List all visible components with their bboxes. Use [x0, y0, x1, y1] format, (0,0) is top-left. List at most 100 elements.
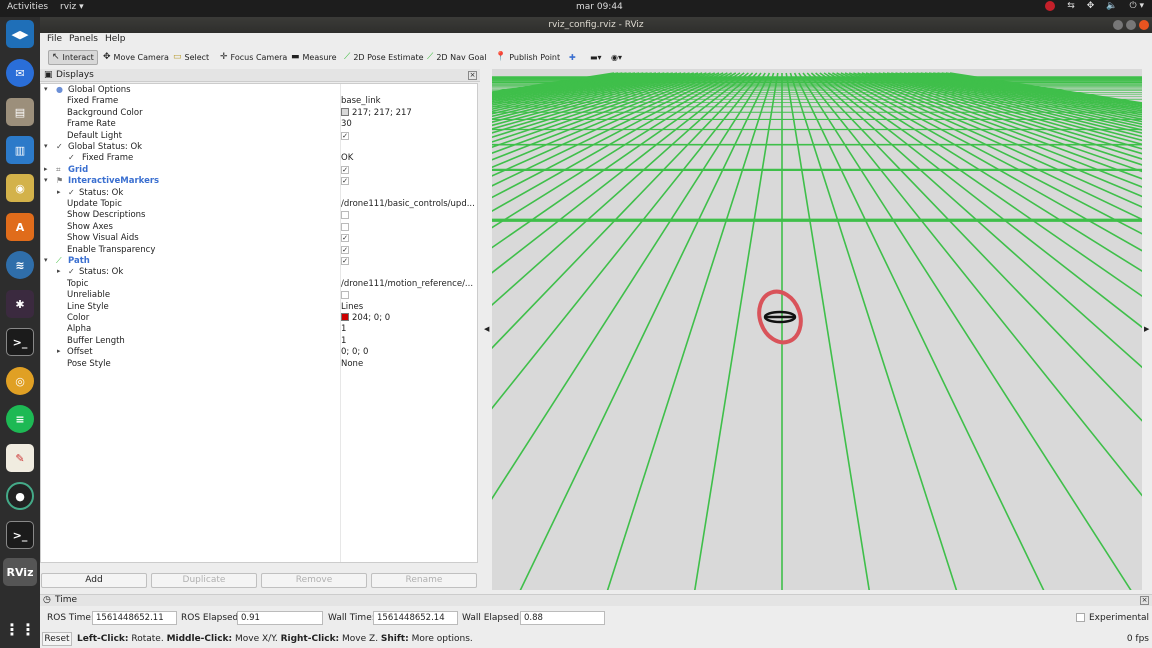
- writer-icon[interactable]: ▥: [6, 136, 34, 164]
- render-view[interactable]: [492, 69, 1142, 590]
- left-dock-collapse[interactable]: ◀: [480, 69, 492, 590]
- display-tree[interactable]: ▾ ● Global Options Fixed Frame base_link Back…: [40, 83, 478, 563]
- software-center-icon[interactable]: A: [6, 213, 34, 241]
- wall-time-field[interactable]: 1561448652.14: [373, 611, 458, 625]
- tree-row[interactable]: Default Light ✓: [41, 131, 477, 142]
- tree-row[interactable]: ▸ ✓ Status: Ok: [41, 188, 477, 199]
- expand-down-icon[interactable]: ▾: [44, 85, 48, 93]
- rviz-icon[interactable]: RViz: [3, 558, 37, 586]
- property-checkbox[interactable]: ✓: [341, 257, 349, 265]
- tree-row[interactable]: Enable Transparency ✓: [41, 245, 477, 256]
- right-dock-collapse[interactable]: ▶: [1142, 69, 1152, 590]
- property-checkbox[interactable]: [341, 222, 349, 231]
- interact-tool[interactable]: ↖ Interact: [48, 50, 98, 65]
- expand-right-icon[interactable]: ▸: [57, 188, 61, 196]
- expand-right-icon[interactable]: ▸: [57, 267, 61, 275]
- tree-row[interactable]: ✓ Fixed Frame OK: [41, 153, 477, 164]
- tree-row[interactable]: Pose Style None: [41, 359, 477, 370]
- property-value[interactable]: Lines: [341, 302, 363, 312]
- minimize-button[interactable]: [1113, 20, 1123, 30]
- menu-panels[interactable]: Panels: [69, 34, 98, 44]
- terminal-icon[interactable]: >_: [6, 328, 34, 356]
- menu-help[interactable]: Help: [105, 34, 126, 44]
- menu-file[interactable]: File: [47, 34, 62, 44]
- vscode-icon[interactable]: ◀▶: [6, 20, 34, 48]
- maximize-button[interactable]: [1126, 20, 1136, 30]
- rhythmbox-icon[interactable]: ◉: [6, 174, 34, 202]
- tree-row[interactable]: ▾ ● Global Options: [41, 85, 477, 96]
- property-value[interactable]: 0; 0; 0: [341, 347, 368, 357]
- tree-row[interactable]: Alpha 1: [41, 324, 477, 335]
- tree-row[interactable]: Unreliable: [41, 290, 477, 301]
- close-time-panel-icon[interactable]: ×: [1140, 596, 1149, 605]
- add-button[interactable]: Add: [41, 573, 147, 588]
- property-value[interactable]: base_link: [341, 96, 381, 106]
- property-checkbox[interactable]: ✓: [341, 234, 349, 243]
- terminal-icon-2[interactable]: >_: [6, 521, 34, 549]
- close-panel-icon[interactable]: ×: [468, 71, 477, 80]
- expand-down-icon[interactable]: ▾: [44, 142, 48, 150]
- move-camera-tool[interactable]: ✥ Move Camera: [100, 50, 172, 65]
- property-checkbox[interactable]: ✓: [341, 245, 349, 254]
- tree-row[interactable]: Frame Rate 30: [41, 119, 477, 130]
- slack-icon[interactable]: ✱: [6, 290, 34, 318]
- ros-time-field[interactable]: 1561448652.11: [92, 611, 177, 625]
- activities-button[interactable]: Activities: [7, 2, 48, 12]
- wall-elapsed-field[interactable]: 0.88: [520, 611, 605, 625]
- property-checkbox[interactable]: [341, 211, 349, 220]
- text-editor-icon[interactable]: ✎: [6, 444, 34, 472]
- select-tool[interactable]: ▭ Select: [170, 50, 212, 65]
- drone-interactive-marker[interactable]: [752, 286, 807, 349]
- chrome-icon[interactable]: ◎: [6, 367, 34, 395]
- docker-icon[interactable]: ≋: [6, 251, 34, 279]
- accessibility-icon[interactable]: ✥: [1087, 1, 1095, 11]
- tree-row[interactable]: ▸ Offset 0; 0; 0: [41, 347, 477, 358]
- tree-row[interactable]: Topic/drone111/motion_reference/...: [41, 279, 477, 290]
- pose-estimate-tool[interactable]: ⟋ 2D Pose Estimate: [341, 50, 427, 65]
- rename-button[interactable]: Rename: [371, 573, 477, 588]
- property-value[interactable]: 217; 217; 217: [341, 107, 412, 118]
- record-icon[interactable]: [1045, 1, 1056, 11]
- camera-app-icon[interactable]: ●: [6, 482, 34, 510]
- publish-point-tool[interactable]: 📍 Publish Point: [492, 50, 563, 65]
- collapse-left-icon[interactable]: ◀: [484, 325, 489, 333]
- window-titlebar[interactable]: rviz_config.rviz - RViz: [40, 17, 1152, 33]
- expand-down-icon[interactable]: ▾: [44, 256, 48, 264]
- close-window-button[interactable]: [1139, 20, 1149, 30]
- nav-goal-tool[interactable]: ⟋ 2D Nav Goal: [424, 50, 490, 65]
- add-tool-icon[interactable]: ✚: [566, 50, 579, 65]
- experimental-checkbox[interactable]: [1076, 613, 1085, 622]
- remove-tool-icon[interactable]: ▬▾: [587, 50, 605, 65]
- property-checkbox[interactable]: ✓: [341, 177, 349, 186]
- property-checkbox[interactable]: [341, 291, 349, 300]
- power-icon[interactable]: ⏻ ▾: [1130, 1, 1145, 11]
- system-tray[interactable]: ⇆ ✥ 🔈 ⏻ ▾: [1045, 1, 1144, 11]
- thunderbird-icon[interactable]: ✉: [6, 59, 34, 87]
- expand-down-icon[interactable]: ▾: [44, 176, 48, 184]
- property-value[interactable]: 1: [341, 324, 346, 334]
- files-icon[interactable]: ▤: [6, 98, 34, 126]
- collapse-right-icon[interactable]: ▶: [1144, 325, 1149, 333]
- tree-row[interactable]: Color 204; 0; 0: [41, 313, 477, 324]
- tree-row[interactable]: Show Descriptions: [41, 210, 477, 221]
- app-menu[interactable]: rviz ▾: [60, 2, 84, 12]
- view-options-icon[interactable]: ◉▾: [608, 50, 625, 65]
- property-checkbox[interactable]: ✓: [341, 165, 349, 174]
- spotify-icon[interactable]: ≡: [6, 405, 34, 433]
- property-value[interactable]: 30: [341, 119, 352, 129]
- tree-row[interactable]: ▾ ⚑ InteractiveMarkers ✓: [41, 176, 477, 187]
- property-value[interactable]: OK: [341, 153, 353, 163]
- tree-row[interactable]: Show Visual Aids ✓: [41, 233, 477, 244]
- measure-tool[interactable]: ▬ Measure: [288, 50, 340, 65]
- tree-row[interactable]: Background Color 217; 217; 217: [41, 107, 477, 119]
- property-value[interactable]: /drone111/basic_controls/upd...: [341, 199, 475, 209]
- show-apps-icon[interactable]: ⋮⋮: [4, 615, 36, 643]
- property-checkbox[interactable]: ✓: [341, 131, 349, 140]
- tree-row[interactable]: Update Topic/drone111/basic_controls/upd…: [41, 199, 477, 210]
- remove-button[interactable]: Remove: [261, 573, 367, 588]
- tree-row[interactable]: ▾ ⟋ Path ✓: [41, 256, 477, 267]
- property-value[interactable]: /drone111/motion_reference/...: [341, 279, 473, 289]
- tree-row[interactable]: Line Style Lines: [41, 302, 477, 313]
- ros-elapsed-field[interactable]: 0.91: [237, 611, 323, 625]
- tree-row[interactable]: Show Axes: [41, 222, 477, 233]
